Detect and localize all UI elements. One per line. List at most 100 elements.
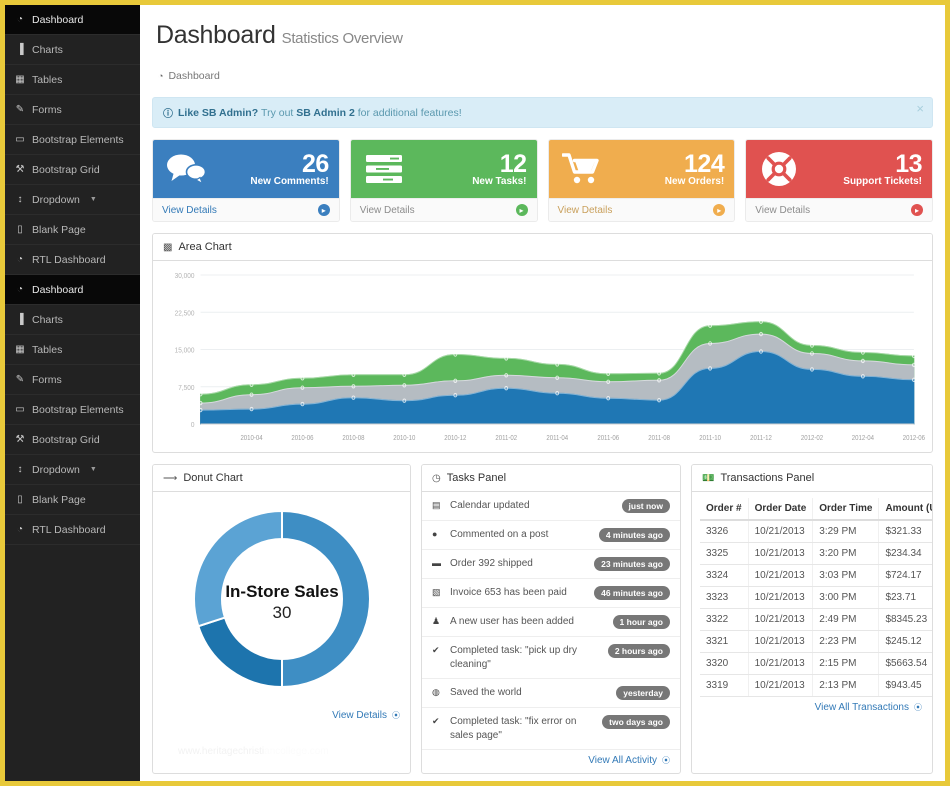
sidebar-item-tables[interactable]: ▦ Tables (5, 65, 140, 95)
tasks-icon (361, 153, 407, 185)
donut-view-details-label: View Details (332, 710, 387, 721)
table-cell: 2:15 PM (812, 652, 880, 675)
sidebar-item-blank-page[interactable]: ▯ Blank Page (5, 485, 140, 515)
table-cell: 3:03 PM (812, 564, 880, 587)
chevron-down-icon: ▼ (89, 466, 97, 473)
sidebar-item-label: Blank Page (32, 223, 86, 236)
status-badge: just now (621, 499, 670, 513)
tachometer-icon: ◔ (16, 14, 24, 25)
sidebar-item-dashboard[interactable]: ◔ Dashboard (5, 5, 140, 35)
sidebar-nav-secondary: ◔ Dashboard ▐ Charts ▦ Tables ✎ Forms ▭ Bootstrap… (5, 275, 140, 545)
table-cell: 3321 (700, 630, 749, 653)
table-row[interactable]: 3325 10/21/2013 3:20 PM $234.34 (700, 542, 932, 565)
sidebar-item-bootstrap-grid[interactable]: ⚒ Bootstrap Grid (5, 425, 140, 455)
stat-card-4[interactable]: 13 Support Tickets! View Details ▸ (745, 139, 933, 222)
truck-icon: ▬ (432, 558, 441, 568)
stat-card-footer-link[interactable]: View Details ▸ (548, 198, 735, 221)
sidebar-item-bootstrap-elements[interactable]: ▭ Bootstrap Elements (5, 395, 140, 425)
sidebar-item-bootstrap-elements[interactable]: ▭ Bootstrap Elements (5, 125, 140, 155)
table-column-header: Amount (USD) (878, 498, 932, 521)
sidebar-item-label: RTL Dashboard (32, 253, 106, 266)
stat-card-value: 124 (684, 149, 725, 178)
list-item[interactable]: ✔ Completed task: "pick up dry cleaning" 2… (422, 637, 680, 679)
stat-card-link-label: View Details (162, 204, 217, 216)
svg-text:7,500: 7,500 (178, 384, 194, 391)
close-icon[interactable]: × (916, 102, 924, 115)
breadcrumb[interactable]: ◔ Dashboard (156, 64, 929, 88)
task-text: Commented on a post (450, 529, 549, 540)
area-chart-panel-title: Area Chart (178, 241, 232, 253)
sidebar-item-blank-page[interactable]: ▯ Blank Page (5, 215, 140, 245)
table-row[interactable]: 3322 10/21/2013 2:49 PM $8345.23 (700, 608, 932, 631)
tasks-panel: ◷ Tasks Panel ▤ Calendar updated just now ●… (421, 464, 681, 774)
list-item[interactable]: ● Commented on a post 4 minutes ago (422, 521, 680, 550)
svg-text:2011-12: 2011-12 (750, 435, 772, 442)
stat-card-2[interactable]: 12 New Tasks! View Details ▸ (349, 139, 538, 222)
stat-card-footer-link[interactable]: View Details ▸ (350, 198, 537, 221)
task-text: Completed task: "fix error on sales page… (450, 716, 577, 741)
arrows-v-icon: ↕ (17, 464, 23, 475)
stat-card-1[interactable]: 26 New Comments! View Details ▸ (152, 139, 340, 222)
table-row[interactable]: 3324 10/21/2013 3:03 PM $724.17 (700, 564, 932, 587)
svg-text:2012-04: 2012-04 (852, 435, 875, 442)
table-cell: 3322 (700, 608, 749, 631)
svg-text:2011-10: 2011-10 (699, 435, 721, 442)
donut-chart[interactable]: In-Store Sales 30 (157, 496, 406, 701)
area-chart[interactable]: 0 7,500 15,000 22,500 30,000 2010-04 2010-06 20… (159, 265, 926, 450)
bar-chart-icon: ▐ (16, 44, 24, 55)
stat-card-3[interactable]: 124 New Orders! View Details ▸ (547, 139, 736, 222)
shopping-cart-icon (559, 152, 605, 186)
sidebar-item-dashboard[interactable]: ◔ Dashboard (5, 275, 140, 305)
table-row[interactable]: 3319 10/21/2013 2:13 PM $943.45 (700, 674, 932, 697)
list-item[interactable]: ▤ Calendar updated just now (422, 492, 680, 521)
table-cell: 10/21/2013 (748, 564, 814, 587)
page-header: Dashboard Statistics Overview ◔ Dashboard (152, 5, 933, 88)
sidebar-item-forms[interactable]: ✎ Forms (5, 365, 140, 395)
sidebar-item-charts[interactable]: ▐ Charts (5, 35, 140, 65)
view-all-activity-link[interactable]: View All Activity ⦿ (422, 750, 680, 773)
donut-chart-panel-header: ⟶ Donut Chart (153, 465, 410, 492)
table-cell: $234.34 (878, 542, 932, 565)
table-icon: ▦ (15, 74, 25, 85)
stat-card-figures: 124 New Orders! (605, 149, 725, 188)
sidebar-item-tables[interactable]: ▦ Tables (5, 335, 140, 365)
svg-text:0: 0 (191, 422, 195, 429)
stat-card-label: New Comments! (250, 175, 329, 187)
area-chart-panel-header: ▩ Area Chart (153, 234, 932, 261)
list-item[interactable]: ♟ A new user has been added 1 hour ago (422, 608, 680, 637)
table-cell: 10/21/2013 (748, 674, 814, 697)
list-item[interactable]: ▧ Invoice 653 has been paid 46 minutes ago (422, 579, 680, 608)
list-item[interactable]: ✔ Completed task: "fix error on sales pag… (422, 708, 680, 750)
alert-mid: Try out (261, 106, 294, 119)
main-content: Dashboard Statistics Overview ◔ Dashboard… (140, 5, 945, 781)
transactions-table-body-rows: 3326 10/21/2013 3:29 PM $321.33 3325 10/21/20… (700, 520, 932, 697)
view-all-transactions-link[interactable]: View All Transactions ⦿ (692, 697, 932, 720)
table-cell: 3323 (700, 586, 749, 609)
table-row[interactable]: 3323 10/21/2013 3:00 PM $23.71 (700, 586, 932, 609)
sidebar-item-charts[interactable]: ▐ Charts (5, 305, 140, 335)
money-icon: ▧ (432, 587, 441, 597)
table-cell: 3:29 PM (812, 520, 880, 543)
stat-card-figures: 13 Support Tickets! (802, 150, 922, 188)
sidebar-item-rtl-dashboard[interactable]: ◔ RTL Dashboard (5, 515, 140, 545)
stat-card-footer-link[interactable]: View Details ▸ (153, 198, 339, 221)
alert-bold-link[interactable]: SB Admin 2 (296, 107, 355, 119)
tasks-panel-title: Tasks Panel (446, 472, 507, 484)
list-item[interactable]: ▬ Order 392 shipped 23 minutes ago (422, 550, 680, 579)
table-row[interactable]: 3320 10/21/2013 2:15 PM $5663.54 (700, 652, 932, 675)
table-row[interactable]: 3321 10/21/2013 2:23 PM $245.12 (700, 630, 932, 653)
tachometer-icon: ◔ (16, 254, 24, 265)
table-cell: 3326 (700, 520, 749, 543)
donut-view-details-link[interactable]: View Details ⦿ (153, 705, 410, 728)
list-item[interactable]: ◍ Saved the world yesterday (422, 679, 680, 708)
sidebar-nav-primary: ◔ Dashboard ▐ Charts ▦ Tables ✎ Forms ▭ Bootstrap… (5, 5, 140, 275)
table-row[interactable]: 3326 10/21/2013 3:29 PM $321.33 (700, 520, 932, 543)
sidebar-item-forms[interactable]: ✎ Forms (5, 95, 140, 125)
stat-card-body: 124 New Orders! (548, 140, 735, 198)
sidebar-item-rtl-dashboard[interactable]: ◔ RTL Dashboard (5, 245, 140, 275)
stat-card-footer-link[interactable]: View Details ▸ (746, 198, 932, 221)
sidebar-item-dropdown[interactable]: ↕ Dropdown ▼ (5, 455, 140, 485)
sidebar-item-bootstrap-grid[interactable]: ⚒ Bootstrap Grid (5, 155, 140, 185)
chevron-down-icon: ▼ (89, 196, 97, 203)
sidebar-item-dropdown[interactable]: ↕ Dropdown ▼ (5, 185, 140, 215)
